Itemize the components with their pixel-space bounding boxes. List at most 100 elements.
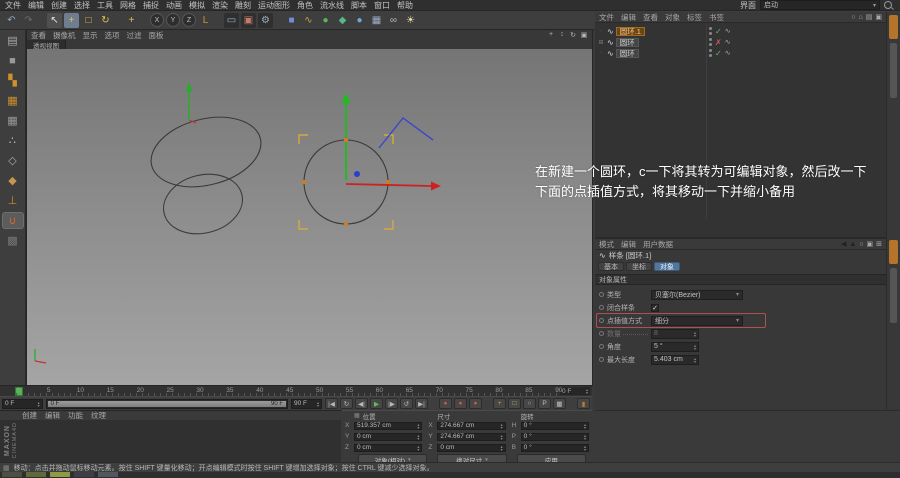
expand-icon[interactable]: ⊞: [597, 39, 605, 46]
add-primitive-cube-icon[interactable]: ■: [284, 13, 299, 28]
blue-handle-bracket[interactable]: [378, 117, 434, 149]
scale-tool-icon[interactable]: □: [81, 13, 96, 28]
edges-mode-icon[interactable]: ◇: [3, 153, 23, 168]
texture-axis-mode-icon[interactable]: ▦: [3, 93, 23, 108]
attr-menu-item-0[interactable]: 模式: [599, 239, 614, 250]
back-arrow-icon[interactable]: ◀: [841, 240, 846, 248]
figure-eight-spline-lower[interactable]: [157, 166, 249, 242]
next-frame-icon[interactable]: |▶: [385, 398, 398, 409]
goto-start-icon[interactable]: |◀: [325, 398, 338, 409]
menubar-item-6[interactable]: 捕捉: [143, 0, 159, 11]
menubar-item-1[interactable]: 编辑: [28, 0, 44, 11]
play-forward-icon[interactable]: ▶: [370, 398, 383, 409]
x-axis-arrow[interactable]: [345, 181, 441, 191]
tab-object[interactable]: 对象: [654, 262, 680, 271]
render-view-icon[interactable]: ▭: [224, 12, 239, 28]
om-menu-item-1[interactable]: 编辑: [621, 12, 636, 23]
viewport-menu-item-4[interactable]: 过滤: [127, 30, 142, 41]
menubar-item-13[interactable]: 流水线: [320, 0, 344, 11]
viewport-menu-item-2[interactable]: 显示: [83, 30, 98, 41]
render-picture-viewer-icon[interactable]: ▣: [241, 12, 256, 28]
tab-coordinates[interactable]: 坐标: [626, 262, 652, 271]
viewport-menu-item-3[interactable]: 选项: [105, 30, 120, 41]
object-name[interactable]: 圆环.1: [615, 26, 645, 36]
polygons-mode-icon[interactable]: ◆: [3, 173, 23, 188]
record-options-icon[interactable]: ●: [469, 398, 482, 409]
coordinate-system-icon[interactable]: L: [198, 13, 213, 28]
move-tool-icon[interactable]: +: [64, 12, 79, 28]
play-sound-icon[interactable]: ↺: [400, 398, 413, 409]
zoom-view-icon[interactable]: ↕: [558, 31, 566, 39]
keyframe-dot-icon[interactable]: [599, 331, 604, 336]
z-axis-lock-icon[interactable]: Z: [182, 13, 196, 27]
om-menu-item-0[interactable]: 文件: [599, 12, 614, 23]
attr-scrollbar[interactable]: [890, 268, 897, 323]
menubar-item-2[interactable]: 创建: [51, 0, 67, 11]
panel-box-icon[interactable]: ▣: [875, 13, 882, 21]
figure-eight-spline-upper[interactable]: [144, 106, 269, 197]
rotation-b-field[interactable]: 0 ° ▴ ▾: [520, 443, 589, 452]
om-panel-tab[interactable]: [889, 15, 898, 39]
search-icon[interactable]: ○: [851, 14, 855, 21]
add-spline-pen-icon[interactable]: ∿: [301, 13, 316, 28]
new-panel-icon[interactable]: ⊞: [876, 240, 882, 248]
add-deformer-icon[interactable]: ◆: [335, 13, 350, 28]
timeline-range-slider[interactable]: 0 F 90 F: [45, 398, 288, 409]
menubar-item-4[interactable]: 工具: [97, 0, 113, 11]
record-keyframe-icon[interactable]: ●: [439, 398, 452, 409]
last-used-tool-icon[interactable]: +: [124, 13, 139, 28]
keyframe-rotation-icon[interactable]: ○: [523, 398, 536, 409]
autokeying-icon[interactable]: ●: [454, 398, 467, 409]
attr-menu-item-2[interactable]: 用户数据: [643, 239, 673, 250]
number-field[interactable]: 8 ▴ ▾: [651, 328, 699, 339]
object-name[interactable]: 圆环: [615, 37, 639, 47]
om-menu-item-2[interactable]: 查看: [643, 12, 658, 23]
menubar-item-12[interactable]: 角色: [297, 0, 313, 11]
redo-icon[interactable]: ↷: [21, 13, 36, 28]
object-manager[interactable]: 文件编辑查看对象标签书签 ○ ⌂▤▣ · ∿ 圆环.1 ✓ ∿ ⊞: [595, 12, 900, 237]
material-manager[interactable]: 创建 编辑 功能 纹理 MAXON CINEMA4D: [0, 410, 341, 462]
rotate-view-icon[interactable]: ↻: [569, 31, 577, 39]
viewport[interactable]: 查看 摄像机 显示 选项 过滤 面板 + ↕ ↻ ▣ 透视视图: [26, 29, 593, 386]
menubar-item-8[interactable]: 模拟: [189, 0, 205, 11]
material-menu-item-3[interactable]: 纹理: [91, 410, 106, 421]
object-row-3[interactable]: · ∿ 圆环 ✓ ∿: [595, 48, 900, 58]
spline-tag-icon[interactable]: ∿: [725, 27, 731, 35]
texture-mode-icon[interactable]: ▚: [3, 73, 23, 88]
enabled-check-icon[interactable]: ✓: [715, 49, 722, 58]
search-icon[interactable]: ○: [859, 241, 863, 248]
add-link-icon[interactable]: ∞: [386, 13, 401, 28]
search-icon[interactable]: [884, 1, 892, 9]
size-z-field[interactable]: 0 cm ▴ ▾: [437, 443, 506, 452]
om-menu-item-3[interactable]: 对象: [665, 12, 680, 23]
points-mode-icon[interactable]: ∴: [3, 133, 23, 148]
keyframe-parameter-icon[interactable]: P: [538, 398, 551, 409]
close-spline-checkbox[interactable]: ✓: [651, 303, 659, 312]
menubar-item-15[interactable]: 窗口: [374, 0, 390, 11]
viewport-scene[interactable]: [27, 49, 592, 385]
om-menu-item-5[interactable]: 书签: [709, 12, 724, 23]
render-settings-icon[interactable]: ⚙: [258, 12, 273, 28]
make-editable-icon[interactable]: ▤: [3, 33, 23, 48]
axis-mode-icon[interactable]: ⊥: [3, 193, 23, 208]
keyframe-dot-icon[interactable]: [599, 318, 604, 323]
pan-view-icon[interactable]: +: [547, 31, 555, 39]
stepper-icon[interactable]: ▴ ▾: [317, 400, 319, 407]
om-menu-item-4[interactable]: 标签: [687, 12, 702, 23]
size-x-field[interactable]: 274.667 cm ▴ ▾: [437, 421, 506, 430]
timeline-range-bar[interactable]: 0 F 90 F: [47, 400, 286, 407]
x-axis-lock-icon[interactable]: X: [150, 13, 164, 27]
enabled-check-icon[interactable]: ✓: [715, 27, 722, 36]
om-scrollbar[interactable]: [890, 43, 897, 98]
timeline-ruler[interactable]: 0 F ▴ ▾ 0 5 10 15 20 25 30 35 40 45 50 55 60 65 70 75 80 8…: [0, 385, 592, 396]
angle-field[interactable]: 5 ° ▴ ▾: [651, 341, 699, 352]
material-menu-item-2[interactable]: 功能: [68, 410, 83, 421]
up-arrow-icon[interactable]: ▲: [849, 241, 856, 248]
current-frame-field[interactable]: 0 F ▴ ▾: [2, 398, 43, 409]
position-y-field[interactable]: 0 cm ▴ ▾: [354, 432, 423, 441]
keyframe-position-icon[interactable]: +: [493, 398, 506, 409]
menubar-item-0[interactable]: 文件: [5, 0, 21, 11]
goto-end-icon[interactable]: ▶|: [415, 398, 428, 409]
menubar-item-16[interactable]: 帮助: [397, 0, 413, 11]
rotation-p-field[interactable]: 0 ° ▴ ▾: [520, 432, 589, 441]
